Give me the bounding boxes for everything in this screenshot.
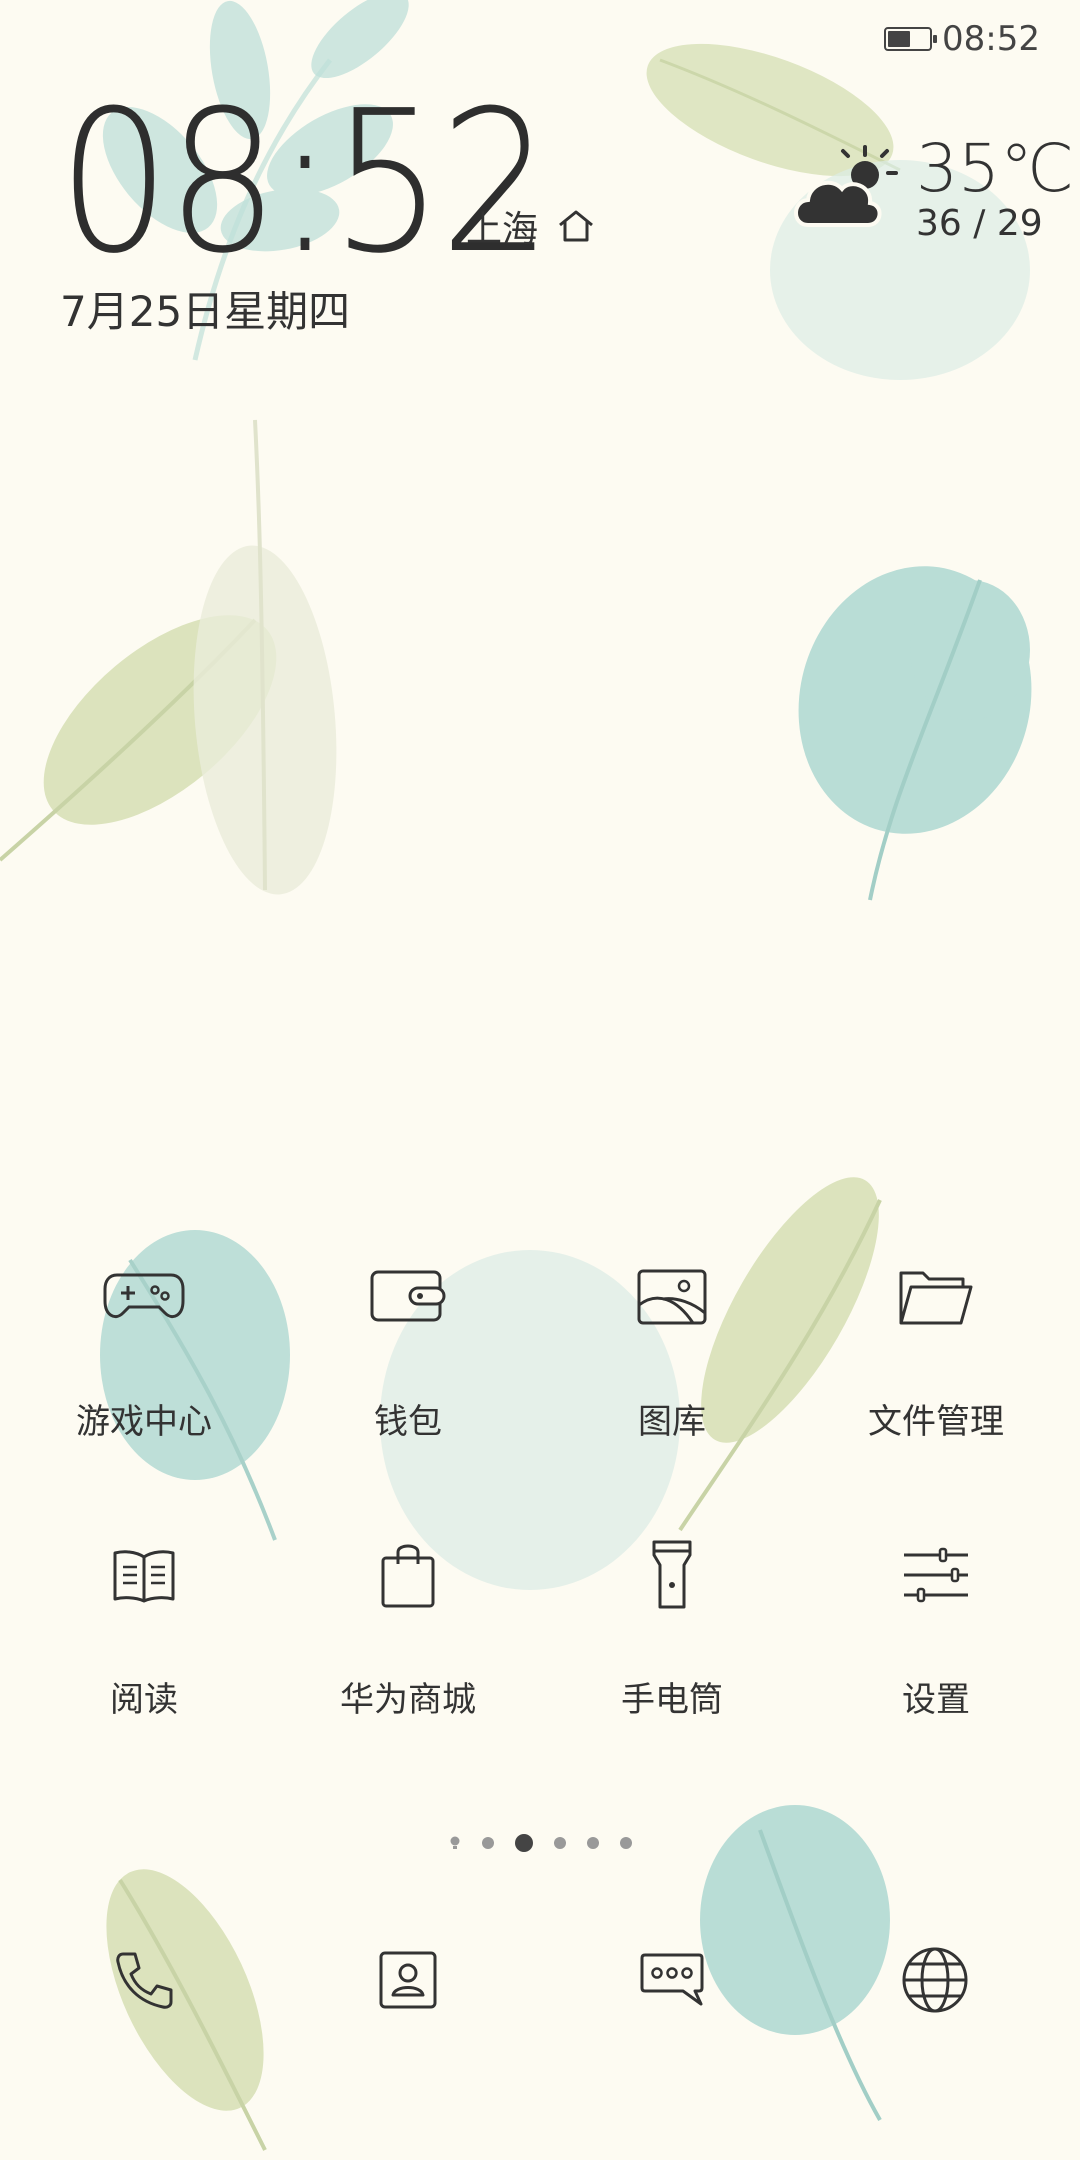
messages-icon <box>640 1953 704 2006</box>
flashlight-icon <box>652 1540 692 1609</box>
app-file-manager[interactable]: 文件管理 <box>811 1252 1061 1443</box>
dock-contacts[interactable] <box>348 1920 468 2040</box>
contacts-icon <box>379 1951 437 2009</box>
dock-browser[interactable] <box>875 1920 995 2040</box>
clock-city[interactable]: 上海 <box>466 200 596 252</box>
app-flashlight[interactable]: 手电筒 <box>547 1530 797 1721</box>
app-gallery[interactable]: 图库 <box>547 1252 797 1443</box>
app-label: 图库 <box>638 1402 706 1442</box>
app-label: 设置 <box>902 1680 970 1720</box>
page-dot[interactable] <box>481 1837 494 1849</box>
status-time: 08:52 <box>942 19 1040 59</box>
page-indicator[interactable] <box>0 1834 1080 1852</box>
temperature-range: 36 / 29 <box>916 203 1043 244</box>
gallery-icon <box>637 1269 707 1325</box>
dock-phone[interactable] <box>85 1920 205 2040</box>
clock-date[interactable]: 7月25日星期四 <box>60 278 350 339</box>
folder-icon <box>899 1271 973 1325</box>
app-label: 游戏中心 <box>76 1402 212 1442</box>
settings-sliders-icon <box>904 1547 968 1603</box>
partly-cloudy-icon[interactable] <box>790 145 900 230</box>
dock-messages[interactable] <box>612 1920 732 2040</box>
app-wallet[interactable]: 钱包 <box>283 1252 533 1443</box>
app-game-center[interactable]: 游戏中心 <box>19 1252 269 1443</box>
phone-icon <box>116 1952 173 2009</box>
battery-icon <box>884 27 938 51</box>
hint-bulb-icon <box>450 1836 459 1849</box>
app-reading[interactable]: 阅读 <box>19 1530 269 1721</box>
app-label: 钱包 <box>374 1402 442 1442</box>
book-icon <box>113 1550 175 1603</box>
browser-icon <box>902 1947 968 2013</box>
page-dot[interactable] <box>619 1837 632 1849</box>
app-label: 华为商城 <box>340 1680 476 1720</box>
home-icon <box>559 210 593 242</box>
status-bar: 08:52 <box>884 14 1040 64</box>
temperature[interactable]: 35℃ <box>916 130 1074 207</box>
gamepad-icon <box>103 1273 185 1318</box>
app-settings[interactable]: 设置 <box>811 1530 1061 1721</box>
app-label: 文件管理 <box>868 1402 1004 1442</box>
page-dot-current[interactable] <box>514 1834 533 1852</box>
page-dot[interactable] <box>553 1837 566 1849</box>
city-label: 上海 <box>466 209 539 250</box>
app-huawei-store[interactable]: 华为商城 <box>283 1530 533 1721</box>
app-label: 手电筒 <box>621 1680 723 1720</box>
shopping-bag-icon <box>381 1544 435 1608</box>
page-dot[interactable] <box>586 1837 599 1849</box>
wallet-icon <box>370 1270 446 1322</box>
app-label: 阅读 <box>110 1680 178 1720</box>
